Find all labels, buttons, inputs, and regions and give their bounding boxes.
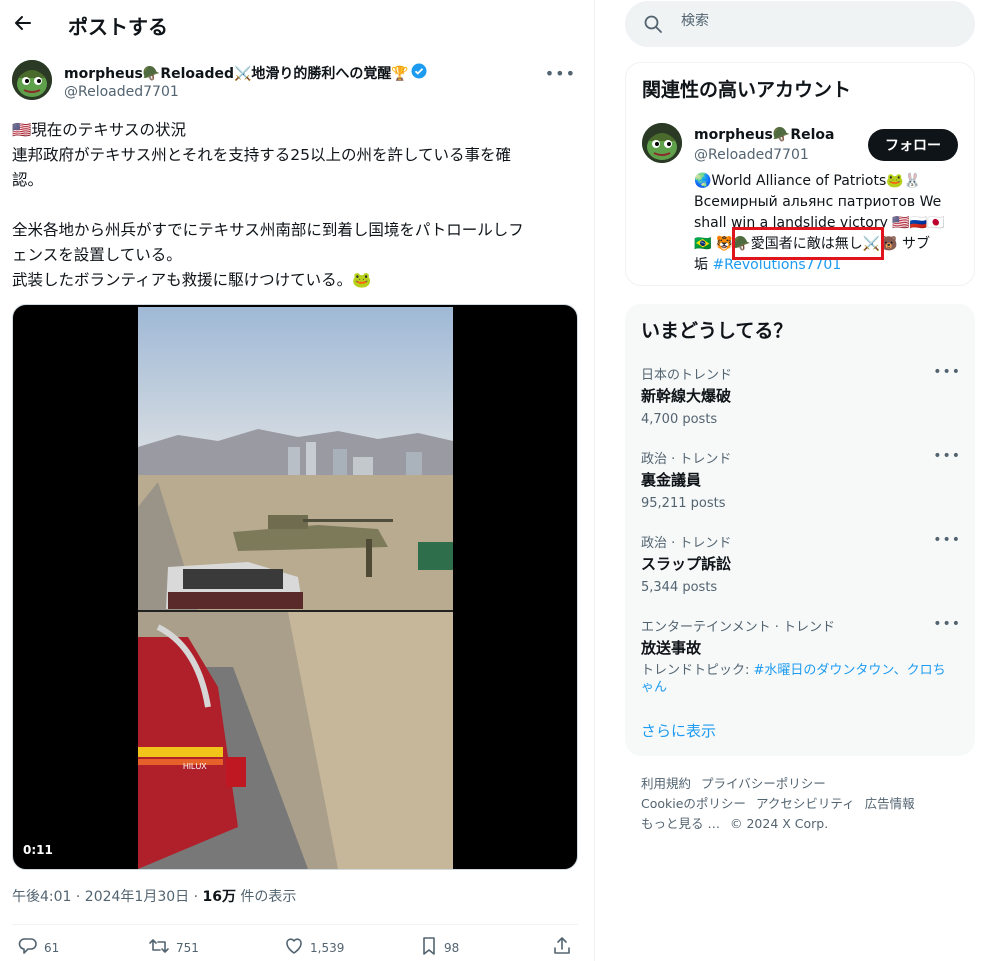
reply-button[interactable]: 61	[18, 936, 59, 959]
related-accounts-title: 関連性の高いアカウント	[642, 79, 852, 101]
verified-badge-icon	[411, 63, 427, 83]
like-count: 1,539	[310, 940, 345, 955]
trend-name: 裏金議員	[641, 471, 702, 489]
trend-name: スラップ訴訟	[641, 555, 732, 573]
trend-more-icon[interactable]: •••	[933, 532, 961, 548]
search-icon	[643, 14, 663, 38]
author-handle[interactable]: @Reloaded7701	[64, 84, 179, 100]
author-avatar[interactable]	[12, 60, 52, 100]
post-author: morpheus🪖Reloaded⚔️地滑り的勝利への覚醒🏆 @Reloaded…	[12, 60, 582, 104]
trend-name: 放送事故	[641, 639, 702, 657]
trend-category: エンターテインメント · トレンド	[641, 620, 836, 635]
related-bio: 🌏World Alliance of Patriots🐸🐰 Всемирный …	[694, 171, 964, 276]
trend-category: 日本のトレンド	[641, 368, 733, 383]
trend-more-icon[interactable]: •••	[933, 364, 961, 380]
footer-row: もっと見る … © 2024 X Corp.	[641, 814, 961, 834]
post-timestamp[interactable]: 午後4:01 · 2024年1月30日 ·	[12, 889, 203, 905]
video-player[interactable]: HILUX 0:11	[12, 304, 578, 870]
trends-title: いまどうしてる？	[641, 320, 793, 342]
footer-link-privacy[interactable]: プライバシーポリシー	[701, 776, 826, 791]
follow-button[interactable]: フォロー	[868, 129, 958, 161]
trend-category: 政治 · トレンド	[641, 536, 732, 551]
trend-item[interactable]: 政治 · トレンド スラップ訴訟 5,344 posts •••	[641, 532, 961, 595]
post-text-line: 認。	[12, 171, 44, 189]
trend-count: 4,700 posts	[641, 412, 718, 427]
trend-count: 5,344 posts	[641, 580, 718, 595]
search-input[interactable]	[681, 13, 951, 29]
trend-item[interactable]: 日本のトレンド 新幹線大爆破 4,700 posts •••	[641, 364, 961, 427]
view-count-suffix: 件の表示	[235, 889, 297, 905]
page-title: ポストする	[68, 15, 168, 39]
bookmark-count: 98	[444, 940, 460, 955]
view-count: 16万	[202, 889, 236, 905]
footer-link-cookie[interactable]: Cookieのポリシー	[641, 796, 746, 811]
trend-name: 新幹線大爆破	[641, 387, 732, 405]
bio-line: Всемирный альянс патриотов We	[694, 194, 942, 210]
divider	[12, 924, 578, 925]
footer-row: Cookieのポリシー アクセシビリティ 広告情報	[641, 794, 961, 814]
trends-card: いまどうしてる？ 日本のトレンド 新幹線大爆破 4,700 posts ••• …	[625, 304, 975, 756]
related-avatar[interactable]	[642, 123, 682, 163]
footer-link-accessibility[interactable]: アクセシビリティ	[756, 796, 855, 811]
video-frame: HILUX	[138, 307, 453, 869]
post-text-line: 連邦政府がテキサス州とそれを支持する25以上の州を許している事を確	[12, 146, 511, 164]
page-header: ポストする	[0, 0, 595, 48]
post-text: 🇺🇸現在のテキサスの状況 連邦政府がテキサス州とそれを支持する25以上の州を許し…	[12, 118, 582, 293]
post-text-line: 武装したボランティアも救援に駆けつけている。🐸	[12, 271, 372, 289]
trend-item[interactable]: エンターテインメント · トレンド 放送事故 トレンドトピック: #水曜日のダウ…	[641, 616, 961, 696]
heart-icon	[284, 936, 304, 959]
bookmark-button[interactable]: 98	[420, 936, 459, 959]
back-arrow-icon[interactable]	[8, 8, 38, 38]
trend-count: 95,211 posts	[641, 496, 726, 511]
bio-line: 🌏World Alliance of Patriots🐸🐰	[694, 173, 922, 189]
trend-category: 政治 · トレンド	[641, 452, 732, 467]
footer-link-more[interactable]: もっと見る …	[641, 816, 720, 831]
related-handle[interactable]: @Reloaded7701	[694, 147, 809, 163]
trend-item[interactable]: 政治 · トレンド 裏金議員 95,211 posts •••	[641, 448, 961, 511]
trend-more-icon[interactable]: •••	[933, 616, 961, 632]
trend-topic: トレンドトピック: #水曜日のダウンタウン、クロちゃん	[641, 662, 951, 696]
footer-link-ads[interactable]: 広告情報	[865, 796, 915, 811]
repost-count: 751	[176, 940, 199, 955]
author-name[interactable]: morpheus🪖Reloaded⚔️地滑り的勝利への覚醒🏆	[64, 63, 427, 83]
copyright: © 2024 X Corp.	[729, 816, 829, 831]
show-more-link[interactable]: さらに表示	[641, 720, 716, 741]
more-options-icon[interactable]: •••	[545, 64, 576, 83]
svg-text:HILUX: HILUX	[183, 762, 207, 771]
like-button[interactable]: 1,539	[284, 936, 344, 959]
search-bar[interactable]	[625, 1, 975, 47]
bookmark-icon	[420, 936, 438, 959]
repost-button[interactable]: 751	[148, 936, 199, 959]
post-meta: 午後4:01 · 2024年1月30日 · 16万 件の表示	[12, 886, 296, 906]
share-icon	[552, 936, 572, 959]
related-name-text: morpheus🪖Reloaded	[694, 127, 834, 143]
post-text-line: 全米各地から州兵がすでにテキサス州南部に到着し国境をパトロールしフ	[12, 221, 524, 239]
trend-topic-prefix: トレンドトピック:	[641, 663, 754, 678]
author-name-text: morpheus🪖Reloaded⚔️地滑り的勝利への覚醒🏆	[64, 66, 409, 82]
post-actions: 61 751 1,539 98	[12, 936, 578, 960]
related-accounts-card: 関連性の高いアカウント morpheus🪖Reloaded @Reloaded7…	[625, 62, 975, 286]
share-button[interactable]	[552, 936, 572, 959]
footer-row: 利用規約 プライバシーポリシー	[641, 774, 961, 794]
reply-count: 61	[44, 940, 60, 955]
post-text-line: 🇺🇸現在のテキサスの状況	[12, 121, 186, 139]
footer-link-terms[interactable]: 利用規約	[641, 776, 691, 791]
repost-icon	[148, 936, 170, 959]
post-text-line: ェンスを設置している。	[12, 246, 182, 264]
footer-links: 利用規約 プライバシーポリシー Cookieのポリシー アクセシビリティ 広告情報 も…	[641, 774, 961, 834]
reply-icon	[18, 936, 38, 959]
highlight-box	[732, 227, 884, 260]
video-timestamp: 0:11	[23, 843, 53, 857]
bio-prefix: 垢	[694, 257, 713, 273]
main-column: ポストする morpheus🪖Reloaded⚔️地滑り的勝利への覚醒🏆 @Re…	[0, 0, 595, 961]
related-name[interactable]: morpheus🪖Reloaded	[694, 125, 834, 145]
trend-more-icon[interactable]: •••	[933, 448, 961, 464]
